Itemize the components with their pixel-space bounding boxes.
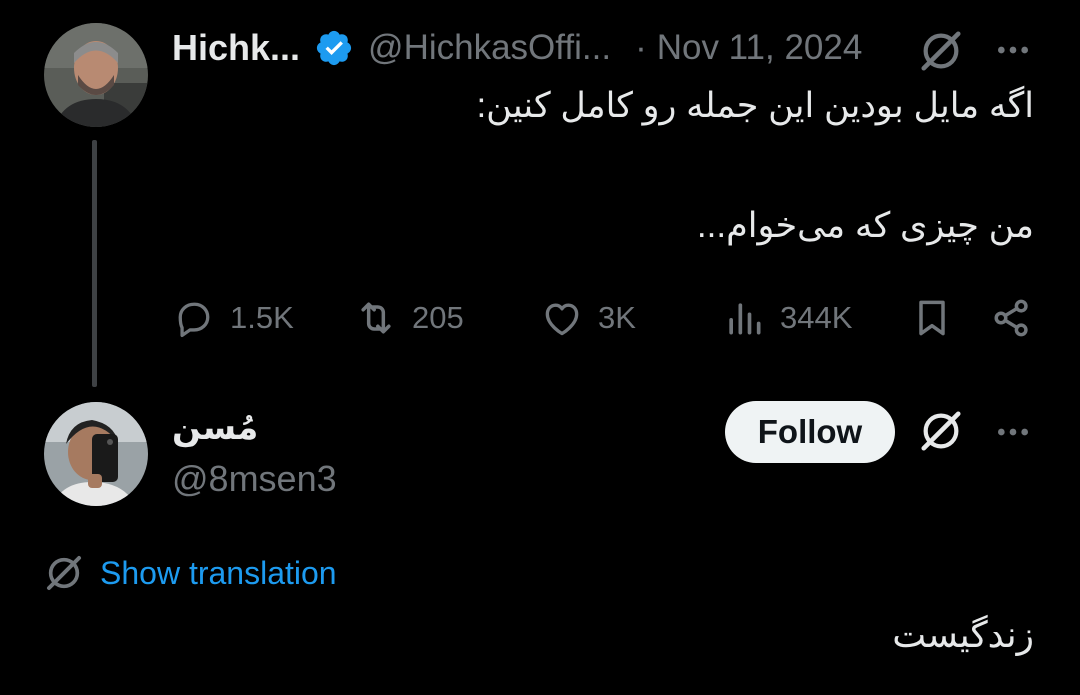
views-button[interactable]: 344K	[722, 292, 852, 344]
translate-icon	[47, 556, 81, 590]
reply-text: زندگیست	[892, 614, 1034, 655]
reply-icon	[178, 302, 210, 338]
like-count: 3K	[598, 300, 636, 335]
repost-button[interactable]: 205	[354, 292, 464, 344]
like-icon	[545, 303, 579, 336]
separator-dot: ·	[635, 28, 647, 67]
tweet-date[interactable]: Nov 11, 2024	[657, 28, 863, 68]
share-icon	[994, 299, 1028, 337]
repost-count: 205	[412, 300, 464, 335]
more-icon[interactable]	[990, 412, 1036, 452]
author-name[interactable]: Hichk...	[172, 27, 300, 69]
author-handle[interactable]: @HichkasOffi...	[368, 28, 611, 68]
reply-button[interactable]: 1.5K	[172, 292, 294, 344]
tweet-header: Hichk... @HichkasOffi... · Nov 11, 2024	[172, 22, 1042, 74]
reply-author-name[interactable]: مُسن	[172, 408, 258, 448]
views-icon	[729, 303, 761, 335]
views-count: 344K	[780, 300, 853, 335]
show-translation-link[interactable]: Show translation	[44, 550, 337, 596]
show-translation-label[interactable]: Show translation	[100, 555, 337, 592]
share-button[interactable]	[990, 292, 1034, 344]
thread-connector	[92, 140, 97, 387]
tweet-actions: 1.5K 205 3K 344K	[0, 292, 1080, 344]
bookmark-icon	[919, 300, 945, 336]
verified-badge-icon	[316, 30, 352, 66]
tweet-text-line-1: اگه مایل بودین این جمله رو کامل کنین:	[476, 86, 1034, 125]
grok-icon[interactable]	[918, 28, 964, 74]
reply-author-avatar[interactable]	[44, 402, 148, 506]
bookmark-button[interactable]	[910, 292, 954, 344]
tweet-text-line-2: من چیزی که می‌خوام...	[696, 206, 1034, 245]
reply-count: 1.5K	[230, 300, 294, 335]
repost-icon	[361, 302, 391, 334]
author-avatar[interactable]	[44, 23, 148, 127]
more-icon[interactable]	[990, 30, 1036, 70]
reply-author-handle[interactable]: @8msen3	[172, 458, 337, 500]
like-button[interactable]: 3K	[540, 292, 636, 344]
grok-icon[interactable]	[918, 408, 964, 454]
follow-button[interactable]: Follow	[725, 401, 895, 463]
